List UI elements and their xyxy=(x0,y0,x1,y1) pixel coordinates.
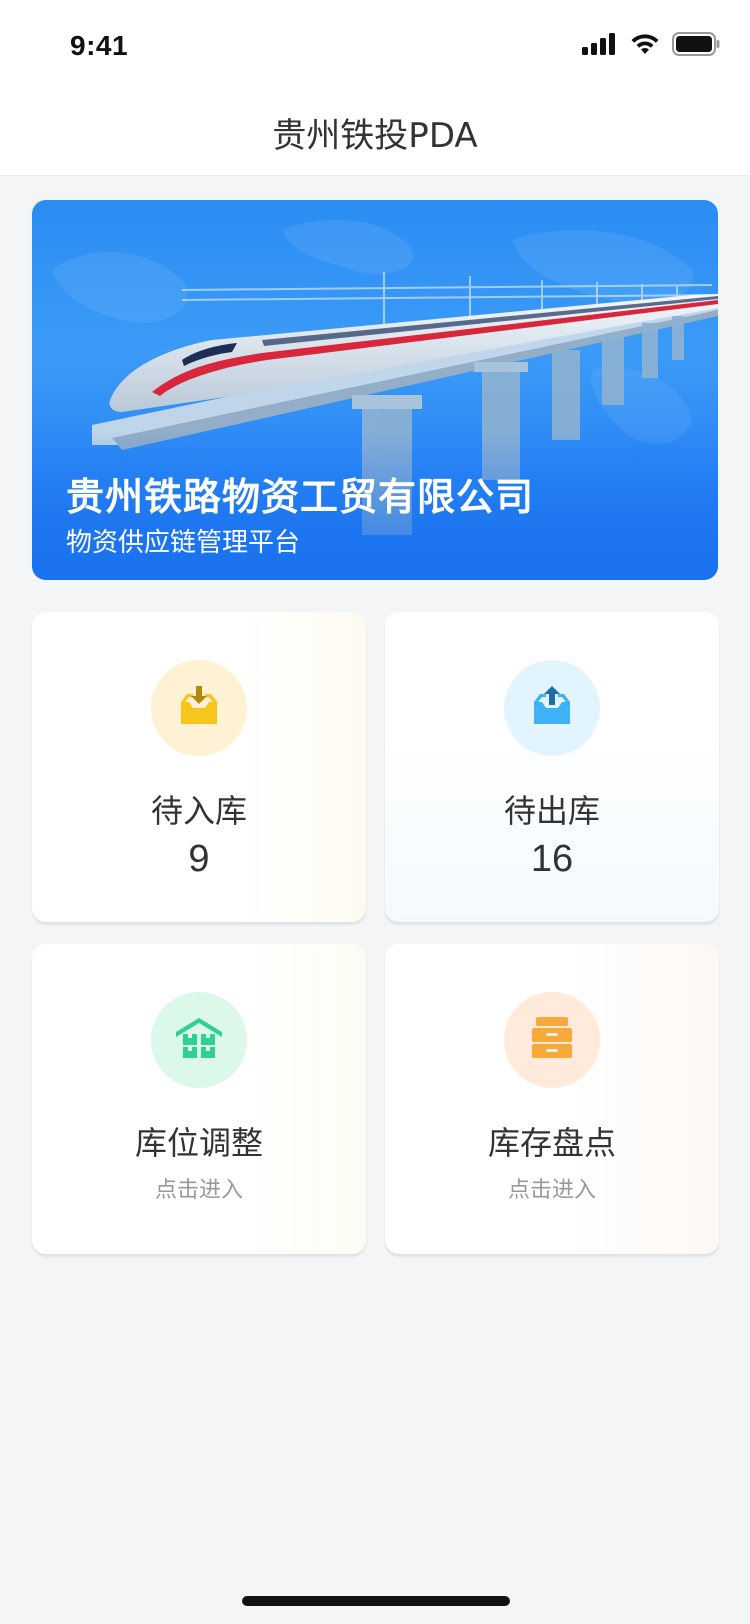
inventory-count-card[interactable]: 库存盘点 点击进入 xyxy=(385,944,719,1254)
pending-inbound-label: 待入库 xyxy=(150,792,247,830)
pending-inbound-icon-circle xyxy=(151,660,247,756)
battery-icon xyxy=(672,32,720,60)
inventory-count-icon-circle xyxy=(504,992,600,1088)
inventory-count-hint: 点击进入 xyxy=(507,1178,596,1203)
pending-outbound-label: 待出库 xyxy=(503,792,600,830)
home-indicator xyxy=(242,1596,510,1606)
banner: 贵州铁路物资工贸有限公司 物资供应链管理平台 xyxy=(32,200,718,580)
pending-outbound-icon-circle xyxy=(504,660,600,756)
warehouse-icon xyxy=(174,1016,224,1064)
location-adjust-label: 库位调整 xyxy=(134,1124,263,1162)
page-title: 贵州铁投PDA xyxy=(272,116,478,156)
pending-outbound-count: 16 xyxy=(530,838,574,880)
location-adjust-hint: 点击进入 xyxy=(154,1178,243,1203)
location-adjust-card[interactable]: 库位调整 点击进入 xyxy=(32,944,366,1254)
wifi-icon xyxy=(630,33,660,59)
top-bar: 9:41 贵州铁投PDA xyxy=(0,0,750,176)
status-icons xyxy=(582,32,720,60)
inventory-count-label: 库存盘点 xyxy=(487,1124,616,1162)
drawer-cabinet-icon xyxy=(530,1017,574,1063)
inbox-download-icon xyxy=(177,686,221,730)
pending-outbound-card[interactable]: 待出库 16 xyxy=(385,612,719,922)
inbox-upload-icon xyxy=(530,686,574,730)
banner-subtitle: 物资供应链管理平台 xyxy=(66,528,301,558)
pending-inbound-count: 9 xyxy=(188,838,210,880)
banner-title: 贵州铁路物资工贸有限公司 xyxy=(66,475,535,519)
status-time: 9:41 xyxy=(70,30,129,61)
location-adjust-icon-circle xyxy=(151,992,247,1088)
pending-inbound-card[interactable]: 待入库 9 xyxy=(32,612,366,922)
signal-icon xyxy=(582,33,618,59)
